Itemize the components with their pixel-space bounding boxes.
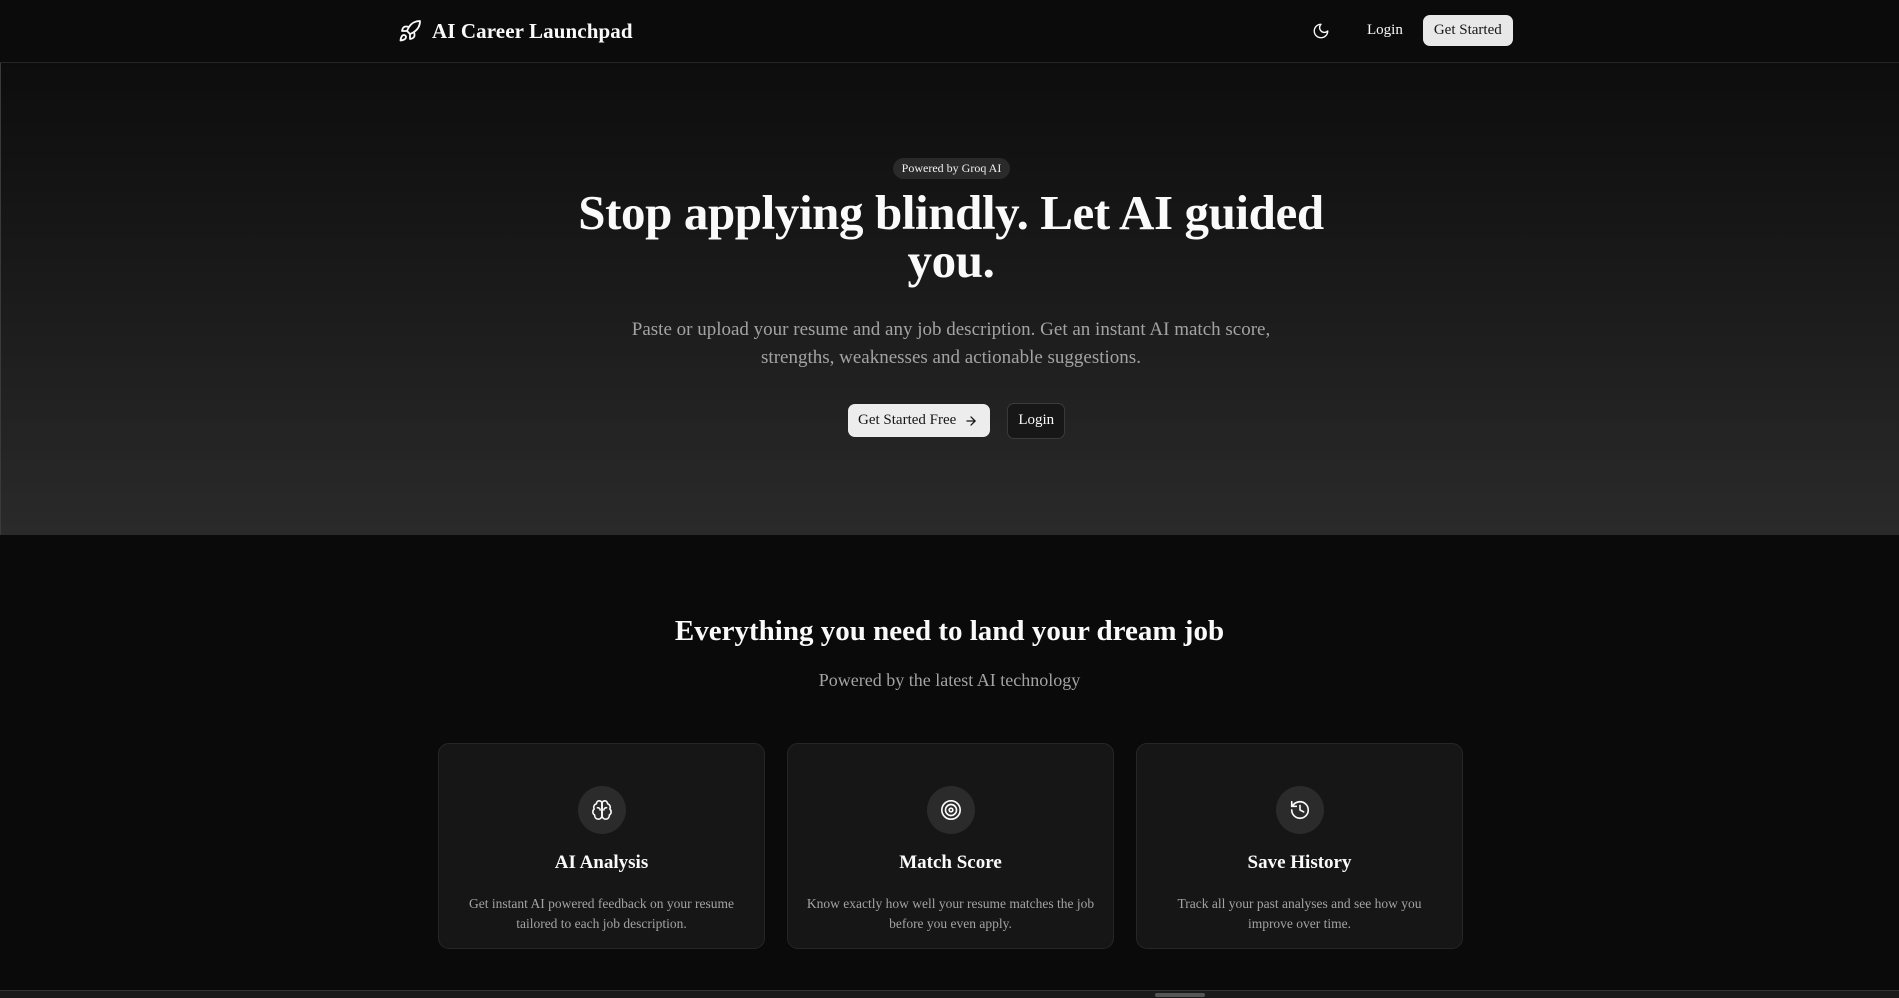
features-title: Everything you need to land your dream j… [674, 615, 1225, 647]
get-started-free-button[interactable]: Get Started Free [848, 404, 991, 437]
brain-icon [578, 786, 626, 834]
target-icon [927, 786, 975, 834]
landing-page: AI Career Launchpad Login Get Started Po… [0, 0, 1899, 998]
feature-card-ai-analysis: AI Analysis Get instant AI powered feedb… [438, 743, 765, 949]
hero-subtitle: Paste or upload your resume and any job … [631, 319, 1271, 368]
feature-card-title: AI Analysis [554, 852, 649, 873]
horizontal-scrollbar[interactable] [0, 990, 1899, 998]
features-section: Everything you need to land your dream j… [0, 535, 1899, 990]
arrow-right-icon [964, 414, 978, 428]
theme-toggle-button[interactable] [1303, 15, 1339, 46]
feature-card-title: Match Score [899, 852, 1002, 873]
nav-get-started-button[interactable]: Get Started [1422, 15, 1513, 46]
hero-login-button[interactable]: Login [1007, 402, 1066, 439]
history-icon [1276, 786, 1324, 834]
feature-card-match-score: Match Score Know exactly how well your r… [787, 743, 1114, 949]
hero-title: Stop applying blindly. Let AI guided you… [578, 185, 1324, 288]
nav-actions: Login Get Started [1303, 15, 1513, 46]
brand-title: AI Career Launchpad [432, 18, 633, 43]
nav-login-button[interactable]: Login [1353, 15, 1417, 46]
get-started-free-label: Get Started Free [858, 412, 957, 428]
moon-icon [1312, 22, 1330, 40]
feature-card-description: Know exactly how well your resume matche… [806, 896, 1095, 931]
hero-actions: Get Started Free Login [848, 402, 1066, 439]
rocket-icon [398, 19, 422, 43]
hero-section: Powered by Groq AI Stop applying blindly… [0, 63, 1899, 535]
brand[interactable]: AI Career Launchpad [398, 16, 633, 46]
features-subtitle: Powered by the latest AI technology [818, 670, 1081, 690]
top-navbar: AI Career Launchpad Login Get Started [0, 0, 1899, 63]
feature-card-title: Save History [1247, 852, 1352, 873]
feature-card-description: Track all your past analyses and see how… [1177, 896, 1422, 931]
feature-card-save-history: Save History Track all your past analyse… [1136, 743, 1463, 949]
powered-by-badge: Powered by Groq AI [893, 158, 1010, 179]
feature-card-description: Get instant AI powered feedback on your … [468, 896, 735, 931]
scrollbar-thumb[interactable] [1155, 993, 1205, 997]
